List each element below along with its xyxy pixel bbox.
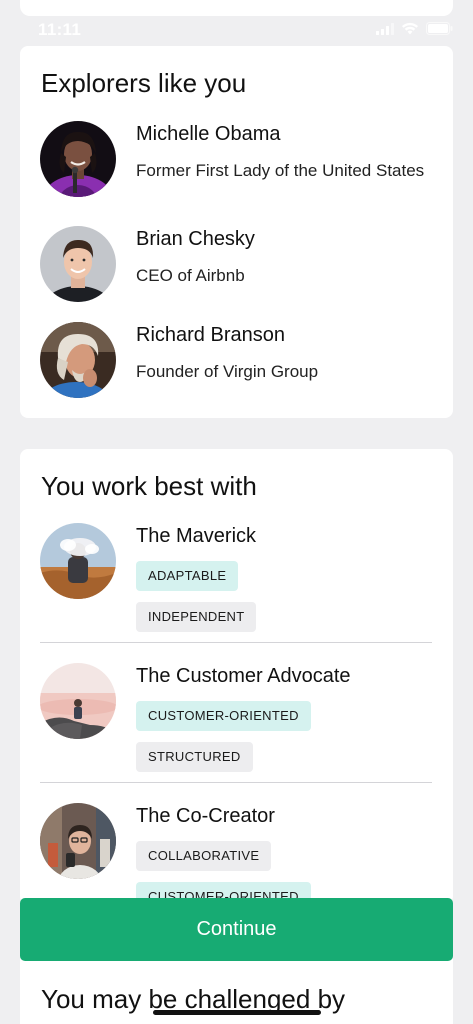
wifi-icon — [401, 22, 419, 40]
brian-chesky-avatar — [40, 226, 116, 302]
work-best-title: You work best with — [41, 471, 257, 501]
signal-icon — [376, 22, 394, 40]
home-indicator[interactable] — [153, 1010, 321, 1015]
continue-button[interactable]: Continue — [20, 898, 453, 961]
explorers-title: Explorers like you — [41, 68, 247, 98]
status-time: 11:11 — [38, 20, 82, 39]
persona-tag: ADAPTABLE — [136, 561, 239, 591]
richard-branson-avatar — [40, 322, 116, 398]
maverick-avatar — [40, 523, 116, 599]
divider — [40, 642, 432, 643]
person-item-brian-chesky[interactable]: Brian Chesky CEO of Airbnb — [40, 226, 440, 306]
battery-icon — [426, 22, 453, 40]
screen: 11:11 Explorers like you Michelle Obama … — [0, 0, 473, 1024]
persona-tag: CUSTOMER-ORIENTED — [136, 701, 311, 731]
person-name: Michelle Obama — [136, 123, 281, 145]
customer-advocate-avatar — [40, 663, 116, 739]
persona-name: The Co-Creator — [136, 805, 275, 827]
persona-item-maverick[interactable]: The Maverick ADAPTABLE INDEPENDENT — [40, 523, 432, 635]
status-icons — [376, 22, 453, 40]
person-role: Founder of Virgin Group — [136, 362, 319, 381]
explorers-card: Explorers like you Michelle Obama Former… — [20, 46, 453, 418]
divider — [40, 782, 432, 783]
co-creator-avatar — [40, 803, 116, 879]
person-role: CEO of Airbnb — [136, 266, 245, 285]
persona-item-customer-advocate[interactable]: The Customer Advocate CUSTOMER-ORIENTED … — [40, 663, 432, 775]
persona-name: The Customer Advocate — [136, 665, 351, 687]
person-role: Former First Lady of the United States — [136, 161, 425, 180]
persona-tag: STRUCTURED — [136, 742, 253, 772]
persona-tag: COLLABORATIVE — [136, 841, 272, 871]
person-name: Richard Branson — [136, 324, 285, 346]
persona-tag: INDEPENDENT — [136, 602, 257, 632]
work-best-card: You work best with The Maverick ADAPTABL… — [20, 449, 453, 904]
person-name: Brian Chesky — [136, 228, 255, 250]
michelle-obama-avatar — [40, 121, 116, 197]
persona-name: The Maverick — [136, 525, 257, 547]
persona-item-co-creator[interactable]: The Co-Creator COLLABORATIVE CUSTOMER-OR… — [40, 803, 432, 904]
person-item-michelle-obama[interactable]: Michelle Obama Former First Lady of the … — [40, 121, 440, 201]
status-bar: 11:11 — [0, 14, 473, 44]
person-item-richard-branson[interactable]: Richard Branson Founder of Virgin Group — [40, 322, 440, 402]
